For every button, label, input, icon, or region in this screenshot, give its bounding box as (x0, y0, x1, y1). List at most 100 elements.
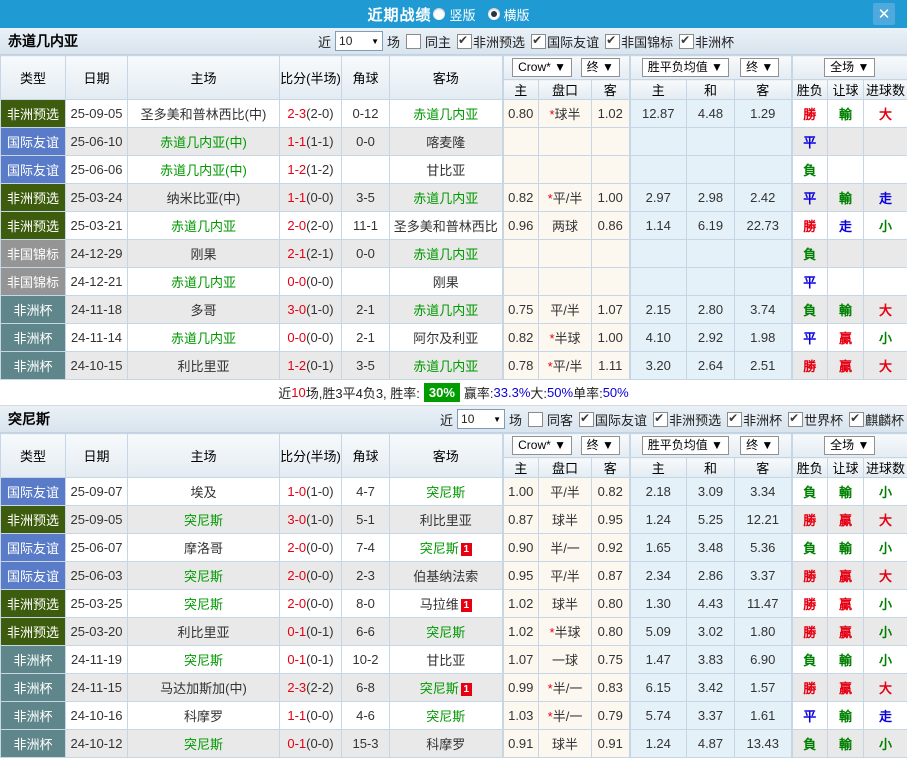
result-goals (864, 240, 907, 268)
away-team: 突尼斯 (426, 485, 465, 500)
odds-home: 0.80 (503, 100, 539, 128)
wdl-final-select[interactable]: 终 ▼ (740, 436, 779, 455)
odds-away: 1.07 (592, 296, 630, 324)
result-text: 負 (803, 653, 816, 668)
away-team: 赤道几内亚 (413, 359, 478, 374)
home-team-cell: 纳米比亚(中) (128, 184, 280, 212)
result-text: 平 (803, 135, 816, 150)
handicap: *半/一 (539, 702, 592, 730)
record-summary: 近10场,胜3平4负3, 胜率:30%赢率:33.3% 大:50% 单率:50% (0, 380, 907, 406)
league-badge: 国际友谊 (1, 128, 66, 156)
result-text: 輸 (839, 303, 852, 318)
summary-part: 50% (603, 385, 629, 400)
league-checkbox[interactable] (531, 34, 546, 49)
home-team-cell: 科摩罗 (128, 702, 280, 730)
match-date: 25-09-07 (66, 478, 128, 506)
result-goals: 走 (864, 184, 907, 212)
result-wdl: 勝 (792, 100, 828, 128)
col-avg-home: 主 (630, 458, 687, 478)
col-odds-home: 主 (503, 458, 539, 478)
score-cell: 0-1(0-1) (280, 646, 342, 674)
league-checkbox[interactable] (605, 34, 620, 49)
score-cell: 1-1(0-0) (280, 702, 342, 730)
league-checkbox-label: 国际友谊 (547, 32, 599, 51)
odds-home: 0.82 (503, 184, 539, 212)
home-team-cell: 利比里亚 (128, 352, 280, 380)
near-label: 近 (440, 410, 453, 429)
result-wdl: 勝 (792, 674, 828, 702)
odds-company-select[interactable]: Crow* ▼ (512, 436, 572, 455)
odds-home: 0.75 (503, 296, 539, 324)
odds-home: 0.99 (503, 674, 539, 702)
match-date: 25-03-24 (66, 184, 128, 212)
avg-draw (687, 128, 735, 156)
result-text: 小 (879, 653, 892, 668)
handicap: 球半 (539, 506, 592, 534)
handicap: *半/一 (539, 674, 592, 702)
result-text: 輸 (839, 737, 852, 752)
league-checkbox[interactable] (788, 412, 803, 427)
league-checkbox[interactable] (457, 34, 472, 49)
layout-vertical-radio[interactable] (433, 8, 445, 20)
odds-final-select[interactable]: 终 ▼ (581, 436, 620, 455)
result-wdl: 平 (792, 184, 828, 212)
match-row: 非洲预选25-03-21赤道几内亚2-0(2-0)11-1圣多美和普林西比0.9… (1, 212, 907, 240)
col-type: 类型 (1, 434, 66, 478)
handicap (539, 268, 592, 296)
scope-select[interactable]: 全场 ▼ (824, 58, 875, 77)
odds-home (503, 240, 539, 268)
home-team: 突尼斯 (184, 597, 223, 612)
handicap: 平/半 (539, 478, 592, 506)
home-team: 利比里亚 (177, 625, 229, 640)
result-text: 大 (879, 681, 892, 696)
league-checkbox[interactable] (679, 34, 694, 49)
col-result-wdl: 胜负 (792, 458, 828, 478)
col-avg-draw: 和 (687, 80, 735, 100)
away-team: 科摩罗 (426, 737, 465, 752)
result-handicap: 輸 (828, 184, 864, 212)
home-team: 赤道几内亚(中) (160, 135, 247, 150)
odds-home (503, 128, 539, 156)
layout-horizontal-radio[interactable] (488, 8, 500, 20)
corner-cell: 3-5 (342, 352, 390, 380)
result-text: 輸 (839, 709, 852, 724)
avg-draw: 2.98 (687, 184, 735, 212)
close-icon[interactable]: ✕ (873, 3, 895, 25)
summary-part: 10 (291, 385, 305, 400)
away-team: 甘比亚 (426, 163, 465, 178)
odds-home: 1.02 (503, 590, 539, 618)
league-checkbox[interactable] (727, 412, 742, 427)
result-goals (864, 156, 907, 184)
league-checkbox[interactable] (653, 412, 668, 427)
handicap (539, 128, 592, 156)
avg-away: 1.29 (735, 100, 792, 128)
result-handicap: 贏 (828, 618, 864, 646)
league-checkbox[interactable] (579, 412, 594, 427)
col-away: 客场 (390, 56, 503, 100)
away-team-cell: 赤道几内亚 (390, 296, 503, 324)
scope-select[interactable]: 全场 ▼ (824, 436, 875, 455)
same-venue-checkbox[interactable] (528, 412, 543, 427)
handicap: 球半 (539, 730, 592, 758)
match-count-select[interactable]: 10▼ (335, 31, 383, 51)
wdl-final-select[interactable]: 终 ▼ (740, 58, 779, 77)
odds-away: 0.80 (592, 618, 630, 646)
wdl-average-select[interactable]: 胜平负均值 ▼ (642, 436, 729, 455)
wdl-average-select[interactable]: 胜平负均值 ▼ (642, 58, 729, 77)
match-date: 25-09-05 (66, 506, 128, 534)
avg-away: 22.73 (735, 212, 792, 240)
matches-table-tunisia: 类型 日期 主场 比分(半场) 角球 客场 Crow* ▼ 终 ▼ 胜平负均值 … (0, 433, 907, 758)
corner-cell (342, 268, 390, 296)
odds-final-select[interactable]: 终 ▼ (581, 58, 620, 77)
result-text: 小 (879, 331, 892, 346)
match-count-select[interactable]: 10▼ (457, 409, 505, 429)
result-text: 平 (803, 191, 816, 206)
same-venue-checkbox[interactable] (406, 34, 421, 49)
odds-home: 0.78 (503, 352, 539, 380)
score-cell: 2-0(0-0) (280, 562, 342, 590)
odds-company-select[interactable]: Crow* ▼ (512, 58, 572, 77)
corner-cell: 2-3 (342, 562, 390, 590)
league-checkbox[interactable] (849, 412, 864, 427)
result-wdl: 負 (792, 534, 828, 562)
avg-away: 12.21 (735, 506, 792, 534)
